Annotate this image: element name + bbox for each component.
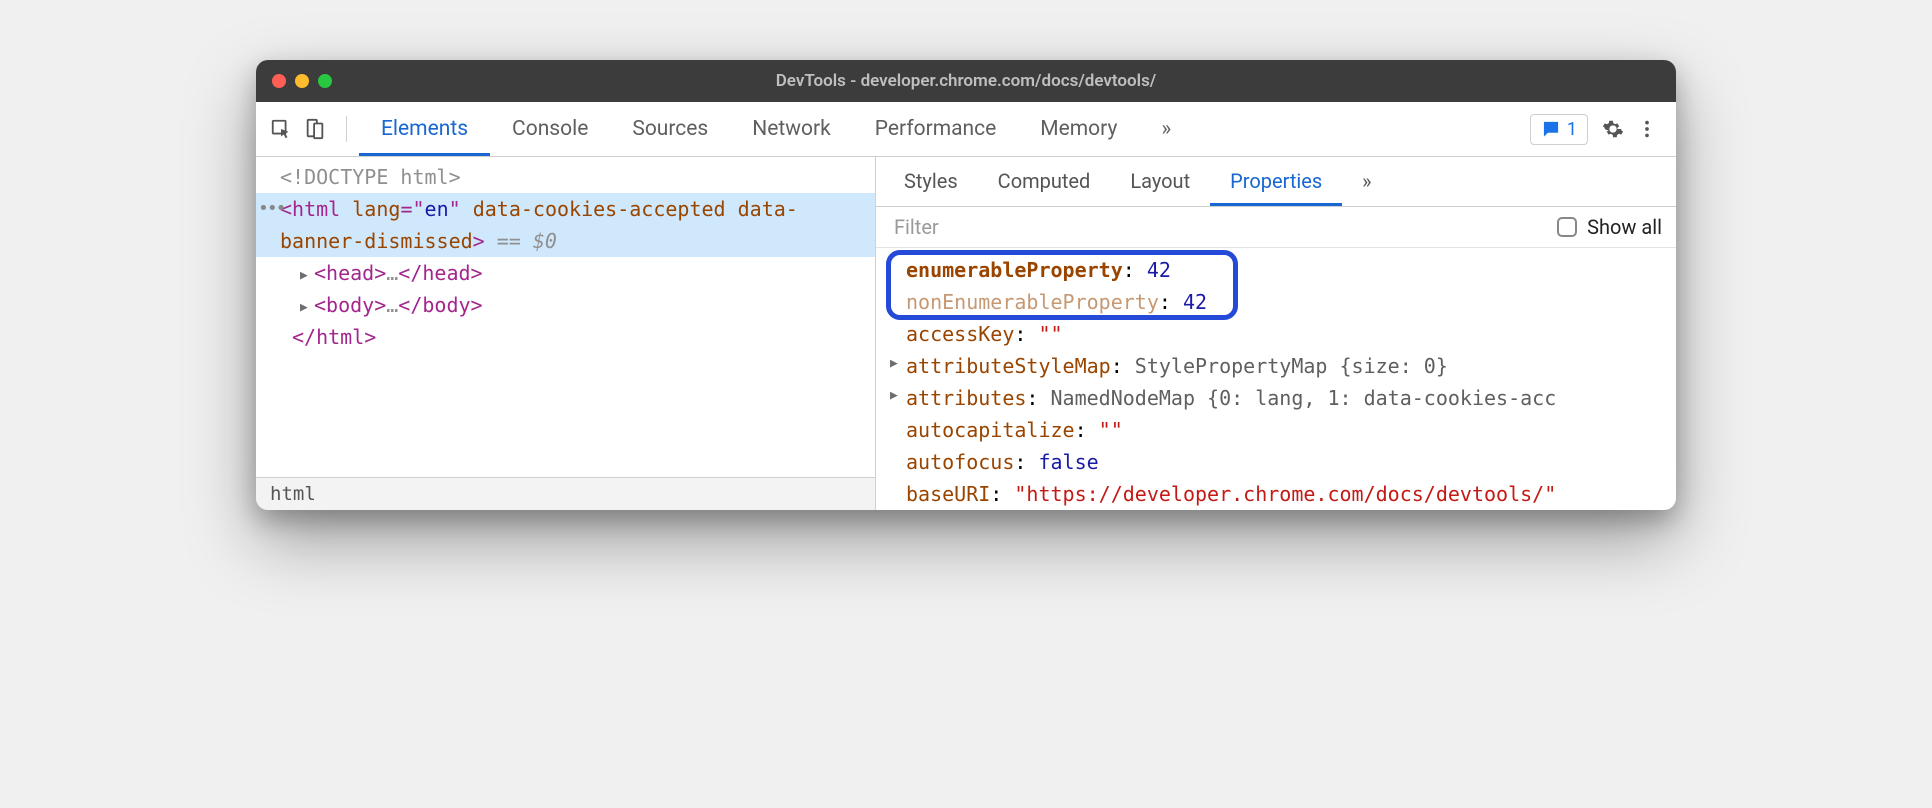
property-row[interactable]: autofocus: false	[884, 446, 1676, 478]
selected-node-indicator: == $0	[485, 229, 557, 253]
ellipsis-gutter-icon: •••	[258, 195, 285, 224]
expand-triangle-icon[interactable]: ▶	[890, 386, 898, 407]
dom-body-element[interactable]: ▶<body>…</body>	[256, 289, 875, 321]
expand-triangle-icon[interactable]: ▶	[890, 354, 898, 375]
subtab-computed[interactable]: Computed	[978, 157, 1111, 206]
toolbar-separator	[346, 116, 347, 142]
tab-network[interactable]: Network	[730, 103, 853, 156]
tab-console[interactable]: Console	[490, 103, 610, 156]
more-options-icon[interactable]	[1632, 114, 1662, 144]
device-toolbar-icon[interactable]	[300, 114, 330, 144]
subtab-properties[interactable]: Properties	[1210, 157, 1342, 206]
main-tabs: Elements Console Sources Network Perform…	[359, 103, 1193, 156]
property-row[interactable]: autocapitalize: ""	[884, 414, 1676, 446]
traffic-lights	[272, 74, 332, 88]
minimize-window-button[interactable]	[295, 74, 309, 88]
breadcrumb[interactable]: html	[256, 477, 875, 510]
side-panel: Styles Computed Layout Properties » Show…	[876, 157, 1676, 510]
filter-row: Show all	[876, 207, 1676, 248]
console-messages-button[interactable]: 1	[1530, 114, 1588, 145]
filter-input[interactable]	[894, 215, 1557, 239]
property-row[interactable]: ▶attributeStyleMap: StylePropertyMap {si…	[884, 350, 1676, 382]
expand-triangle-icon[interactable]: ▶	[300, 298, 314, 319]
property-row[interactable]: enumerableProperty: 42	[884, 254, 1676, 286]
properties-list[interactable]: enumerableProperty: 42 nonEnumerableProp…	[876, 248, 1676, 510]
property-row[interactable]: ▶attributes: NamedNodeMap {0: lang, 1: d…	[884, 382, 1676, 414]
dom-html-close[interactable]: </html>	[256, 321, 875, 353]
tab-performance[interactable]: Performance	[853, 103, 1018, 156]
side-panel-tabs: Styles Computed Layout Properties »	[876, 157, 1676, 207]
dom-head-element[interactable]: ▶<head>…</head>	[256, 257, 875, 289]
inspect-element-icon[interactable]	[266, 114, 296, 144]
main-split: <!DOCTYPE html> •••<html lang="en" data-…	[256, 157, 1676, 510]
dom-html-element[interactable]: •••<html lang="en" data-cookies-accepted…	[256, 193, 875, 257]
maximize-window-button[interactable]	[318, 74, 332, 88]
property-row[interactable]: accessKey: ""	[884, 318, 1676, 350]
titlebar: DevTools - developer.chrome.com/docs/dev…	[256, 60, 1676, 102]
dom-doctype[interactable]: <!DOCTYPE html>	[256, 161, 875, 193]
dom-tree[interactable]: <!DOCTYPE html> •••<html lang="en" data-…	[256, 157, 875, 477]
main-toolbar: Elements Console Sources Network Perform…	[256, 102, 1676, 157]
close-window-button[interactable]	[272, 74, 286, 88]
tab-sources[interactable]: Sources	[610, 103, 730, 156]
settings-icon[interactable]	[1598, 114, 1628, 144]
show-all-checkbox[interactable]	[1557, 217, 1577, 237]
property-row[interactable]: baseURI: "https://developer.chrome.com/d…	[884, 478, 1676, 510]
devtools-window: DevTools - developer.chrome.com/docs/dev…	[256, 60, 1676, 510]
tab-elements[interactable]: Elements	[359, 103, 490, 156]
elements-pane: <!DOCTYPE html> •••<html lang="en" data-…	[256, 157, 876, 510]
console-messages-count: 1	[1567, 119, 1577, 140]
tabs-overflow-button[interactable]: »	[1139, 103, 1193, 156]
subtab-layout[interactable]: Layout	[1110, 157, 1210, 206]
expand-triangle-icon[interactable]: ▶	[300, 266, 314, 287]
subtab-styles[interactable]: Styles	[884, 157, 978, 206]
subtabs-overflow-button[interactable]: »	[1342, 157, 1391, 206]
window-title: DevTools - developer.chrome.com/docs/dev…	[256, 71, 1676, 91]
property-row[interactable]: nonEnumerableProperty: 42	[884, 286, 1676, 318]
show-all-label: Show all	[1587, 215, 1662, 239]
tab-memory[interactable]: Memory	[1018, 103, 1139, 156]
